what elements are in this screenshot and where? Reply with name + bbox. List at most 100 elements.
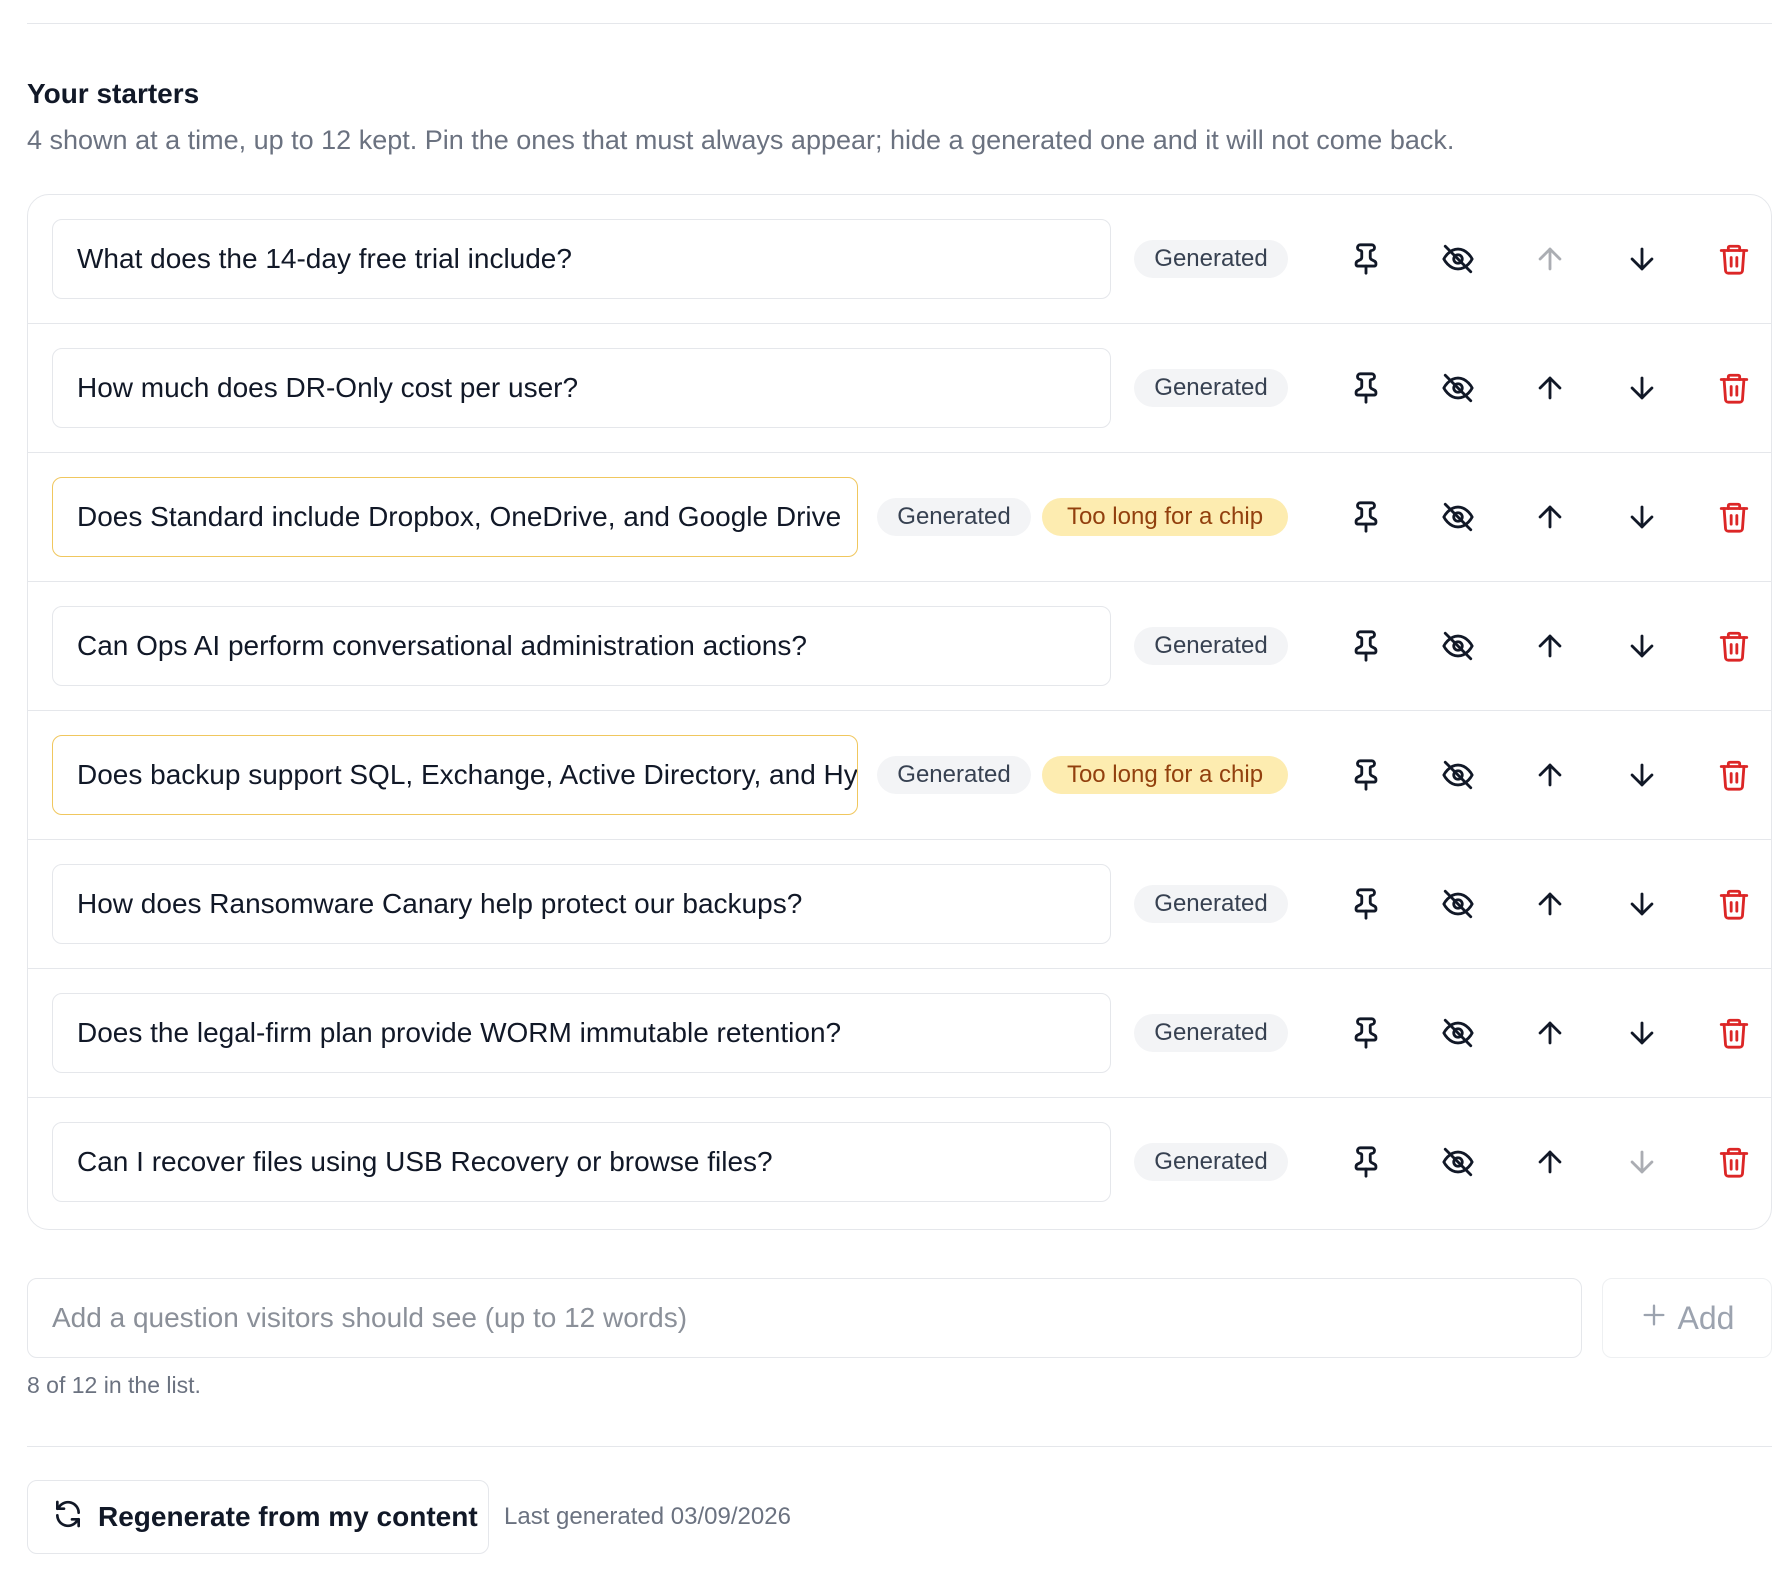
generated-badge: Generated bbox=[1134, 627, 1288, 665]
trash-icon bbox=[1717, 371, 1751, 405]
top-divider bbox=[27, 23, 1772, 24]
arrow-down-icon bbox=[1625, 1145, 1659, 1179]
generated-badge: Generated bbox=[1134, 369, 1288, 407]
arrow-up-icon bbox=[1533, 758, 1567, 792]
starter-question-input[interactable]: Does the legal-firm plan provide WORM im… bbox=[52, 993, 1111, 1073]
generated-badge: Generated bbox=[1134, 1014, 1288, 1052]
move-up-button[interactable] bbox=[1523, 877, 1577, 931]
add-button[interactable]: Add bbox=[1602, 1278, 1772, 1358]
bottom-divider bbox=[27, 1446, 1772, 1447]
eye-off-icon bbox=[1441, 629, 1475, 663]
starter-row: What does the 14-day free trial include?… bbox=[28, 195, 1771, 324]
move-down-button[interactable] bbox=[1615, 877, 1669, 931]
arrow-down-icon bbox=[1625, 242, 1659, 276]
pin-button[interactable] bbox=[1339, 1135, 1393, 1189]
move-up-button[interactable] bbox=[1523, 1006, 1577, 1060]
add-question-input[interactable] bbox=[27, 1278, 1582, 1358]
delete-button[interactable] bbox=[1707, 748, 1761, 802]
pin-icon bbox=[1349, 371, 1383, 405]
pin-button[interactable] bbox=[1339, 490, 1393, 544]
hide-button[interactable] bbox=[1431, 232, 1485, 286]
starter-row: How much does DR-Only cost per user? Gene… bbox=[28, 324, 1771, 453]
section-title: Your starters bbox=[27, 78, 200, 109]
move-down-button[interactable] bbox=[1615, 619, 1669, 673]
move-down-button[interactable] bbox=[1615, 748, 1669, 802]
pin-icon bbox=[1349, 500, 1383, 534]
hide-button[interactable] bbox=[1431, 877, 1485, 931]
delete-button[interactable] bbox=[1707, 232, 1761, 286]
arrow-down-icon bbox=[1625, 629, 1659, 663]
move-down-button[interactable] bbox=[1615, 232, 1669, 286]
pin-button[interactable] bbox=[1339, 232, 1393, 286]
starter-question-input[interactable]: Does Standard include Dropbox, OneDrive,… bbox=[52, 477, 858, 557]
starter-row: Does backup support SQL, Exchange, Activ… bbox=[28, 711, 1771, 840]
move-up-button[interactable] bbox=[1523, 748, 1577, 802]
hide-button[interactable] bbox=[1431, 748, 1485, 802]
trash-icon bbox=[1717, 1145, 1751, 1179]
pin-button[interactable] bbox=[1339, 877, 1393, 931]
move-down-button[interactable] bbox=[1615, 361, 1669, 415]
delete-button[interactable] bbox=[1707, 361, 1761, 415]
arrow-up-icon bbox=[1533, 500, 1567, 534]
starter-row: How does Ransomware Canary help protect … bbox=[28, 840, 1771, 969]
hide-button[interactable] bbox=[1431, 361, 1485, 415]
plus-icon bbox=[1640, 1300, 1668, 1337]
starters-settings-page: Your starters 4 shown at a time, up to 1… bbox=[0, 0, 1790, 1580]
starter-question-input[interactable]: How does Ransomware Canary help protect … bbox=[52, 864, 1111, 944]
pin-button[interactable] bbox=[1339, 748, 1393, 802]
starter-row: Does the legal-firm plan provide WORM im… bbox=[28, 969, 1771, 1098]
eye-off-icon bbox=[1441, 371, 1475, 405]
generated-badge: Generated bbox=[1134, 240, 1288, 278]
arrow-up-icon bbox=[1533, 242, 1567, 276]
hide-button[interactable] bbox=[1431, 490, 1485, 544]
add-button-label: Add bbox=[1677, 1299, 1735, 1336]
delete-button[interactable] bbox=[1707, 1006, 1761, 1060]
starter-question-input[interactable]: Does backup support SQL, Exchange, Activ… bbox=[52, 735, 858, 815]
arrow-down-icon bbox=[1625, 887, 1659, 921]
starter-question-input[interactable]: What does the 14-day free trial include? bbox=[52, 219, 1111, 299]
arrow-up-icon bbox=[1533, 371, 1567, 405]
delete-button[interactable] bbox=[1707, 619, 1761, 673]
starter-row: Can I recover files using USB Recovery o… bbox=[28, 1098, 1771, 1227]
pin-icon bbox=[1349, 887, 1383, 921]
arrow-down-icon bbox=[1625, 500, 1659, 534]
move-down-button[interactable] bbox=[1615, 490, 1669, 544]
arrow-up-icon bbox=[1533, 1016, 1567, 1050]
starter-question-input[interactable]: Can I recover files using USB Recovery o… bbox=[52, 1122, 1111, 1202]
delete-button[interactable] bbox=[1707, 1135, 1761, 1189]
last-generated-text: Last generated 03/09/2026 bbox=[504, 1503, 791, 1530]
generated-badge: Generated bbox=[877, 756, 1031, 794]
arrow-down-icon bbox=[1625, 758, 1659, 792]
arrow-up-icon bbox=[1533, 629, 1567, 663]
pin-icon bbox=[1349, 1145, 1383, 1179]
pin-button[interactable] bbox=[1339, 361, 1393, 415]
move-up-button[interactable] bbox=[1523, 619, 1577, 673]
generated-badge: Generated bbox=[1134, 1143, 1288, 1181]
starter-question-input[interactable]: Can Ops AI perform conversational admini… bbox=[52, 606, 1111, 686]
move-up-button bbox=[1523, 232, 1577, 286]
eye-off-icon bbox=[1441, 242, 1475, 276]
pin-icon bbox=[1349, 758, 1383, 792]
trash-icon bbox=[1717, 1016, 1751, 1050]
starter-question-input[interactable]: How much does DR-Only cost per user? bbox=[52, 348, 1111, 428]
eye-off-icon bbox=[1441, 1145, 1475, 1179]
pin-icon bbox=[1349, 629, 1383, 663]
regenerate-button[interactable]: Regenerate from my content bbox=[27, 1480, 489, 1554]
move-up-button[interactable] bbox=[1523, 1135, 1577, 1189]
move-down-button bbox=[1615, 1135, 1669, 1189]
hide-button[interactable] bbox=[1431, 619, 1485, 673]
generated-badge: Generated bbox=[877, 498, 1031, 536]
too-long-badge: Too long for a chip bbox=[1042, 756, 1288, 794]
starter-row: Can Ops AI perform conversational admini… bbox=[28, 582, 1771, 711]
move-up-button[interactable] bbox=[1523, 490, 1577, 544]
eye-off-icon bbox=[1441, 758, 1475, 792]
delete-button[interactable] bbox=[1707, 490, 1761, 544]
hide-button[interactable] bbox=[1431, 1006, 1485, 1060]
pin-button[interactable] bbox=[1339, 1006, 1393, 1060]
trash-icon bbox=[1717, 887, 1751, 921]
move-down-button[interactable] bbox=[1615, 1006, 1669, 1060]
pin-button[interactable] bbox=[1339, 619, 1393, 673]
move-up-button[interactable] bbox=[1523, 361, 1577, 415]
delete-button[interactable] bbox=[1707, 877, 1761, 931]
hide-button[interactable] bbox=[1431, 1135, 1485, 1189]
